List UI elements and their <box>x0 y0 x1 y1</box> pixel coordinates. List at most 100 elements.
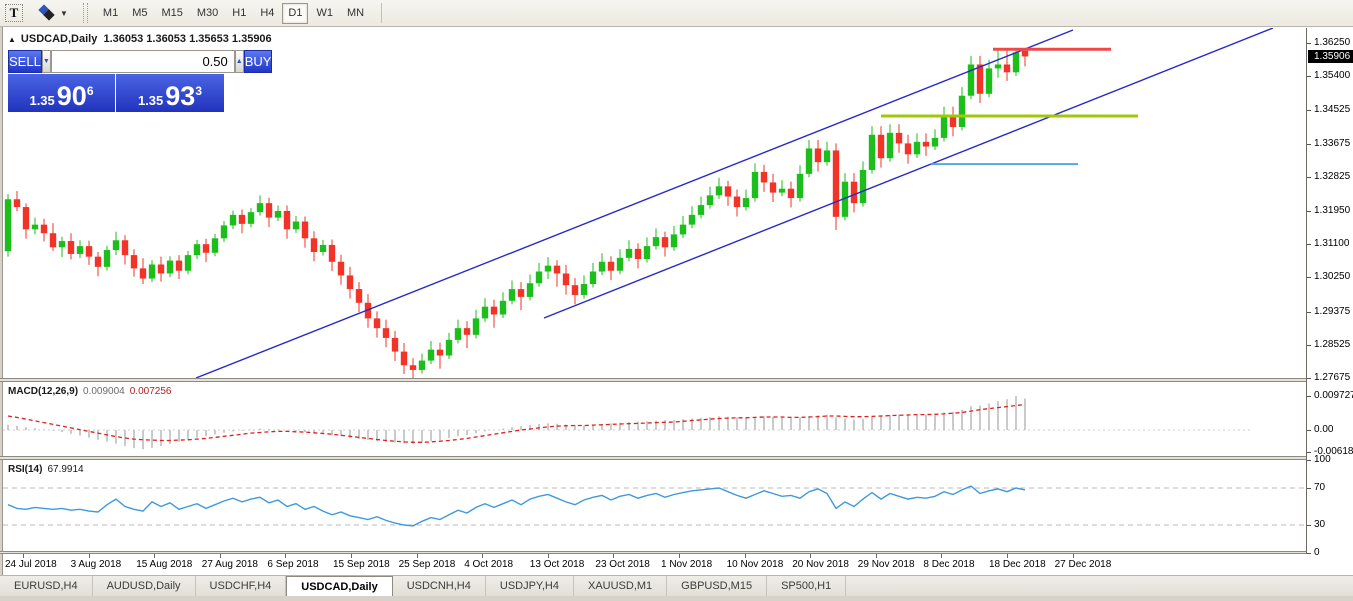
candle-body[interactable] <box>1012 52 1020 73</box>
candle-body[interactable] <box>652 237 660 247</box>
macd-panel[interactable]: MACD(12,26,9) 0.009004 0.007256 <box>3 382 1306 456</box>
candle-body[interactable] <box>481 306 489 319</box>
rsi-panel[interactable]: RSI(14) 67.9914 <box>3 460 1306 551</box>
candle-body[interactable] <box>868 134 876 170</box>
candle-body[interactable] <box>229 214 237 226</box>
candle-body[interactable] <box>4 199 12 252</box>
candle-body[interactable] <box>922 141 930 147</box>
chart-tab-usdchf-h4[interactable]: USDCHF,H4 <box>196 576 287 596</box>
buy-button[interactable]: BUY <box>243 50 273 73</box>
chart-tab-eurusd-h4[interactable]: EURUSD,H4 <box>0 576 93 596</box>
candle-body[interactable] <box>580 284 588 295</box>
candle-body[interactable] <box>49 233 57 248</box>
candle-body[interactable] <box>94 256 102 267</box>
candle-body[interactable] <box>958 95 966 127</box>
candle-body[interactable] <box>553 265 561 274</box>
candle-body[interactable] <box>751 171 759 199</box>
candle-body[interactable] <box>292 221 300 230</box>
candle-body[interactable] <box>220 225 228 239</box>
candle-body[interactable] <box>256 203 264 213</box>
collapse-icon[interactable]: ▲ <box>8 35 16 44</box>
candle-body[interactable] <box>904 143 912 155</box>
candle-body[interactable] <box>130 255 138 269</box>
candle-body[interactable] <box>544 265 552 272</box>
channel-line-lower[interactable] <box>195 29 1074 378</box>
candle-body[interactable] <box>22 207 30 230</box>
price-axis[interactable]: 1.36250 1.35400 1.34525 1.33675 1.32825 1.319… <box>1306 28 1353 558</box>
candle-body[interactable] <box>103 250 111 267</box>
candle-body[interactable] <box>643 246 651 260</box>
candle-body[interactable] <box>940 115 948 138</box>
candle-body[interactable] <box>697 205 705 215</box>
candle-body[interactable] <box>742 198 750 208</box>
timeframe-button-m5[interactable]: M5 <box>126 3 153 24</box>
chart-tab-usdcnh-h4[interactable]: USDCNH,H4 <box>393 576 486 596</box>
candle-body[interactable] <box>445 339 453 356</box>
rsi-line[interactable] <box>7 485 1026 527</box>
candle-body[interactable] <box>40 224 48 234</box>
candle-body[interactable] <box>661 237 669 248</box>
candle-body[interactable] <box>391 337 399 352</box>
candle-body[interactable] <box>607 261 615 271</box>
candle-body[interactable] <box>283 210 291 230</box>
date-axis[interactable]: 24 Jul 2018 3 Aug 2018 15 Aug 2018 27 Aug 2… <box>3 554 1306 574</box>
candle-body[interactable] <box>184 255 192 271</box>
candle-body[interactable] <box>193 244 201 256</box>
candle-body[interactable] <box>1021 50 1029 57</box>
candle-body[interactable] <box>796 173 804 199</box>
candle-body[interactable] <box>76 246 84 254</box>
candle-body[interactable] <box>175 260 183 271</box>
chart-tab-audusd-daily[interactable]: AUDUSD,Daily <box>93 576 196 596</box>
candle-body[interactable] <box>373 318 381 329</box>
timeframe-button-w1[interactable]: W1 <box>310 3 339 24</box>
chart-tab-xauusd-m1[interactable]: XAUUSD,M1 <box>574 576 668 596</box>
cursor-tool-button[interactable]: ▼ <box>37 3 71 23</box>
candle-body[interactable] <box>346 275 354 290</box>
candle-body[interactable] <box>805 148 813 174</box>
candle-body[interactable] <box>274 210 282 218</box>
candle-body[interactable] <box>517 289 525 297</box>
candle-body[interactable] <box>382 328 390 338</box>
candle-body[interactable] <box>931 137 939 147</box>
candle-body[interactable] <box>571 285 579 295</box>
sell-button[interactable]: SELL <box>8 50 42 73</box>
candle-body[interactable] <box>157 264 165 274</box>
candle-body[interactable] <box>598 261 606 272</box>
candle-body[interactable] <box>832 150 840 217</box>
text-tool-button[interactable]: T <box>5 4 23 22</box>
candle-body[interactable] <box>616 257 624 271</box>
candle-body[interactable] <box>301 221 309 239</box>
candle-body[interactable] <box>994 64 1002 69</box>
candle-body[interactable] <box>31 224 39 230</box>
timeframe-button-m1[interactable]: M1 <box>97 3 124 24</box>
candle-body[interactable] <box>706 195 714 206</box>
candle-body[interactable] <box>238 214 246 224</box>
candle-body[interactable] <box>418 360 426 370</box>
candle-body[interactable] <box>310 238 318 252</box>
candle-body[interactable] <box>913 141 921 155</box>
candle-body[interactable] <box>814 148 822 163</box>
timeframe-button-m15[interactable]: M15 <box>155 3 188 24</box>
candle-body[interactable] <box>886 132 894 159</box>
candle-body[interactable] <box>166 260 174 274</box>
candle-body[interactable] <box>265 203 273 218</box>
candle-body[interactable] <box>760 171 768 183</box>
candle-body[interactable] <box>688 214 696 225</box>
buy-price-display[interactable]: 1.35 93 3 <box>116 74 224 112</box>
candle-body[interactable] <box>211 238 219 253</box>
candle-body[interactable] <box>328 244 336 262</box>
candle-body[interactable] <box>463 328 471 335</box>
volume-increase-button[interactable]: ▲ <box>234 50 244 73</box>
timeframe-button-m30[interactable]: M30 <box>191 3 224 24</box>
timeframe-button-h4[interactable]: H4 <box>254 3 280 24</box>
candle-body[interactable] <box>427 349 435 361</box>
candle-body[interactable] <box>112 240 120 251</box>
candle-body[interactable] <box>850 181 858 204</box>
candle-body[interactable] <box>1003 64 1011 73</box>
candle-body[interactable] <box>787 188 795 199</box>
chevron-down-icon[interactable]: ▼ <box>60 9 68 18</box>
candle-body[interactable] <box>859 169 867 204</box>
candle-body[interactable] <box>589 271 597 285</box>
timeframe-button-h1[interactable]: H1 <box>226 3 252 24</box>
candle-body[interactable] <box>409 365 417 370</box>
